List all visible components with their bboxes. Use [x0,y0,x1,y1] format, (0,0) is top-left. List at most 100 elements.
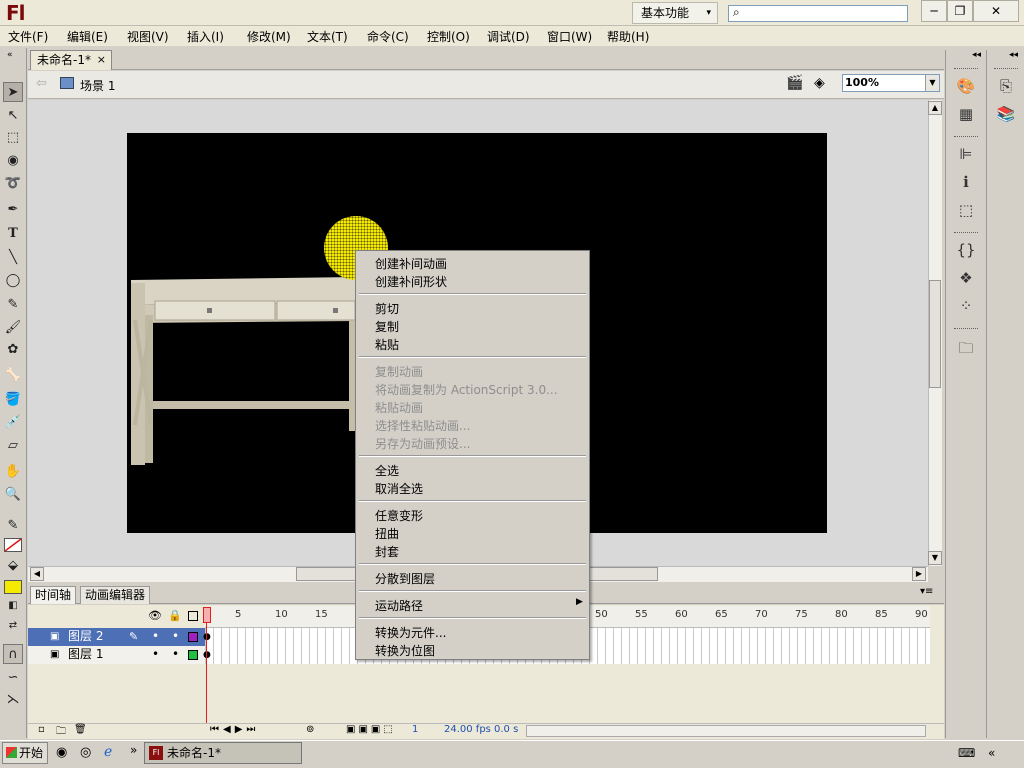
new-layer-icon[interactable]: ▫ [38,724,45,735]
vertical-scroll-thumb[interactable] [929,280,941,388]
timeline-hscrollbar[interactable] [526,725,926,737]
swatches-panel-icon[interactable]: ▦ [953,102,979,126]
menu-debug[interactable]: 调试(D) [487,28,530,45]
panel-grip[interactable] [954,232,978,234]
help-search-input[interactable]: ⌕ [728,5,908,22]
workspace-switcher[interactable]: 基本功能 ▾ [632,2,718,24]
pen-tool-icon[interactable]: ✒ [3,200,23,220]
color-panel-icon[interactable]: 🎨 [953,74,979,98]
keyboard-icon[interactable]: ⌨ [958,746,975,760]
close-button[interactable]: ✕ [973,0,1019,22]
menu-free-transform[interactable]: 任意变形 [375,507,423,524]
properties-panel-icon[interactable]: ⎘ [993,74,1019,98]
edit-scene-icon[interactable]: 🎬 [786,75,803,91]
menu-view[interactable]: 视图(V) [127,28,169,45]
taskbar-window-item[interactable]: Fl 未命名-1* [144,742,302,764]
menu-insert[interactable]: 插入(I) [187,28,224,45]
stroke-color-swatch[interactable] [4,538,22,552]
free-transform-tool-icon[interactable]: ⬚ [3,128,23,148]
layer-outline-color[interactable] [188,632,198,642]
info-panel-icon[interactable]: ℹ [953,170,979,194]
oval-tool-icon[interactable]: ◯ [3,271,23,291]
menu-create-shape-tween[interactable]: 创建补间形状 [375,273,447,290]
scroll-down-icon[interactable]: ▼ [928,551,942,565]
menu-window[interactable]: 窗口(W) [547,28,592,45]
menu-copy[interactable]: 复制 [375,318,399,335]
tab-motion-editor[interactable]: 动画编辑器 [80,586,151,604]
eyedropper-tool-icon[interactable]: 💉 [3,413,23,433]
menu-create-motion-tween[interactable]: 创建补间动画 [375,255,447,272]
playback-controls[interactable]: ⏮◀▶⏭ [210,724,259,735]
onion-skin-icon[interactable]: ⊚ [306,724,314,735]
scroll-left-icon[interactable]: ◀ [30,567,44,581]
collapse-icon[interactable]: ◂◂ [972,50,981,60]
frame-rate[interactable]: 24.00 fps [444,724,491,735]
zoom-select[interactable]: 100% ▼ [842,74,940,92]
tab-timeline[interactable]: 时间轴 [30,586,77,604]
menu-distribute-to-layers[interactable]: 分散到图层 [375,570,435,587]
panel-grip[interactable] [954,68,978,70]
components-panel-icon[interactable]: ❖ [953,266,979,290]
paint-bucket-tool-icon[interactable]: 🪣 [3,390,23,410]
black-white-icon[interactable]: ◧ [3,596,23,616]
swap-colors-icon[interactable]: ⇄ [3,616,23,636]
project-panel-icon[interactable]: 🗀 [953,336,979,360]
visibility-dot[interactable]: • [152,646,159,663]
menu-envelope[interactable]: 封套 [375,543,399,560]
more-icon[interactable]: » [130,743,137,757]
hand-tool-icon[interactable]: ✋ [3,462,23,482]
current-frame[interactable]: 1 [412,724,418,735]
lock-dot[interactable]: • [172,628,179,645]
library-panel-icon[interactable]: 📚 [993,102,1019,126]
playhead[interactable] [206,607,207,723]
visibility-dot[interactable]: • [152,628,159,645]
menu-commands[interactable]: 命令(C) [367,28,409,45]
new-folder-icon[interactable]: 🗀 [56,724,66,741]
menu-paste[interactable]: 粘贴 [375,336,399,353]
close-tab-icon[interactable]: × [97,51,106,69]
ie-icon[interactable]: ℯ [104,744,112,760]
panel-grip[interactable] [994,68,1018,70]
menu-help[interactable]: 帮助(H) [607,28,649,45]
minimize-button[interactable]: ─ [921,0,947,22]
panel-grip[interactable] [954,328,978,330]
menu-modify[interactable]: 修改(M) [247,28,291,45]
menu-convert-to-symbol[interactable]: 转换为元件... [375,624,446,641]
menu-file[interactable]: 文件(F) [8,28,48,45]
delete-icon[interactable]: 🗑 [74,724,87,735]
desk-image[interactable] [127,275,367,470]
back-arrow-icon[interactable]: ⇦ [36,76,47,91]
layer-outline-color[interactable] [188,650,198,660]
transform-panel-icon[interactable]: ⬚ [953,198,979,222]
align-panel-icon[interactable]: ⊫ [953,142,979,166]
collapse-icon[interactable]: « [7,50,13,60]
straighten-icon[interactable]: ⋋ [3,690,23,710]
menu-motion-path[interactable]: 运动路径 [375,597,423,614]
scroll-up-icon[interactable]: ▲ [928,101,942,115]
collapse-icon[interactable]: ◂◂ [1009,50,1018,60]
start-button[interactable]: 开始 [2,742,48,764]
layer-row[interactable]: ▣ 图层 1 • • [28,646,206,664]
menu-select-all[interactable]: 全选 [375,462,399,479]
scroll-right-icon[interactable]: ▶ [912,567,926,581]
chrome-icon[interactable]: ◉ [56,745,67,760]
menu-deselect-all[interactable]: 取消全选 [375,480,423,497]
subselection-tool-icon[interactable]: ↖ [3,106,23,126]
show-hide-icon[interactable]: 👁 [148,609,162,622]
lock-icon[interactable]: 🔒 [168,609,182,622]
menu-control[interactable]: 控制(O) [427,28,470,45]
line-tool-icon[interactable]: ╲ [3,248,23,268]
snap-to-objects-icon[interactable]: ∩ [3,644,23,664]
menu-cut[interactable]: 剪切 [375,300,399,317]
panel-grip[interactable] [954,136,978,138]
edit-symbols-icon[interactable]: ◈ [814,75,825,91]
menu-edit[interactable]: 编辑(E) [67,28,108,45]
outline-icon[interactable] [188,611,198,621]
document-tab[interactable]: 未命名-1* × [30,50,112,70]
eraser-tool-icon[interactable]: ▱ [3,436,23,456]
playhead-handle[interactable] [203,607,211,623]
expand-tray-icon[interactable]: « [988,746,995,760]
panel-menu-icon[interactable]: ▾≡ [920,586,933,597]
text-tool-icon[interactable]: T [3,224,23,244]
bone-tool-icon[interactable]: 🦴 [3,366,23,386]
